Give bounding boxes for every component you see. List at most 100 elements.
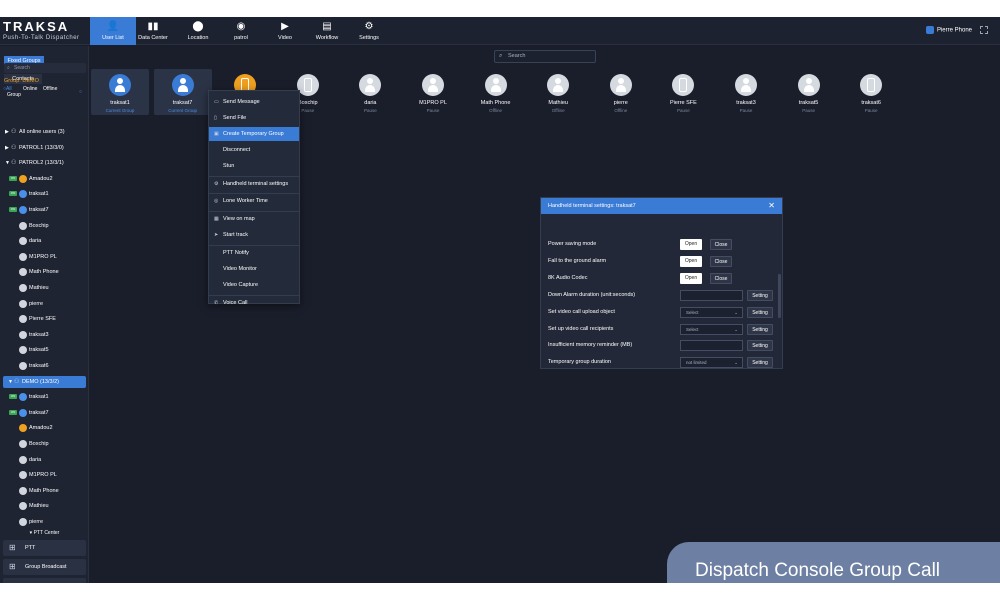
tree-member[interactable]: Mathieu (0, 282, 88, 294)
setting-button[interactable]: Setting (747, 289, 773, 301)
user-card[interactable]: Mathieu Offline (529, 69, 587, 115)
user-card[interactable]: Math Phone Offline (467, 69, 525, 115)
user-card[interactable]: daria Pause (341, 69, 399, 115)
user-chip[interactable]: Pierre Phone (925, 26, 972, 34)
tree-member[interactable]: ON traksat7 (0, 204, 88, 216)
tree-member[interactable]: traksat5 (0, 344, 88, 356)
filter-radio-icon[interactable]: ○ (79, 89, 82, 95)
bottom-button-group-broadcast[interactable]: ⊞ Group Broadcast (3, 559, 86, 575)
tree-member[interactable]: traksat6 (0, 360, 88, 372)
menu-item-handheld-terminal-settings[interactable]: ⚙ Handheld terminal settings (209, 177, 299, 191)
gear-icon: ⚙ (214, 180, 219, 187)
user-card[interactable]: traksat1 Current Group (91, 69, 149, 115)
setting-button[interactable]: Setting (747, 306, 773, 318)
caret-right-icon[interactable]: ▶ (5, 142, 9, 154)
open-button[interactable]: Open (680, 239, 702, 250)
caret-down-icon[interactable]: ▼ (8, 376, 13, 388)
tree-member[interactable]: Boxchip (0, 438, 88, 450)
open-button[interactable]: Open (680, 255, 702, 267)
setting-input[interactable] (680, 340, 743, 352)
caret-down-icon[interactable]: ▼ (5, 157, 10, 169)
filter-group[interactable]: Group (7, 92, 21, 98)
member-avatar-icon (19, 190, 27, 199)
nav-workflow[interactable]: ▤ Workflow (304, 17, 350, 45)
menu-item-video-monitor[interactable]: Video Monitor (209, 262, 299, 276)
tree-member[interactable]: ON traksat7 (0, 407, 88, 419)
setting-input[interactable] (680, 289, 743, 301)
setting-select[interactable]: not limited ⌄ (680, 357, 743, 368)
member-avatar-icon (19, 346, 27, 355)
user-card[interactable]: Pierre SFE Pause (654, 69, 712, 115)
user-card[interactable]: traksat5 Pause (780, 69, 838, 115)
tree-member[interactable]: daria (0, 235, 88, 247)
setting-button[interactable]: Setting (747, 357, 773, 368)
tree-member[interactable]: Boxchip (0, 220, 88, 232)
caret-right-icon[interactable]: ▶ (5, 126, 9, 138)
user-card[interactable]: traksat7 Current Group (153, 69, 212, 115)
setting-label: 8K Audio Codec (548, 274, 588, 281)
nav-data-center[interactable]: ▮▮ Data Center (130, 17, 176, 45)
setting-button[interactable]: Setting (747, 323, 773, 335)
tree-member[interactable]: Pierre SFE (0, 313, 88, 325)
tree-group[interactable]: ▼ ⚇ DEMO (13/3/2) (3, 375, 86, 388)
tree-member[interactable]: ON traksat1 (0, 188, 88, 200)
bottom-button-ptt[interactable]: ⊞ PTT (3, 540, 86, 556)
menu-item-ptt-notify[interactable]: PTT Notify (209, 246, 299, 260)
tree-group[interactable]: ▼ ⚇ PATROL2 (13/3/1) (0, 157, 88, 169)
close-button[interactable]: Close (710, 239, 732, 250)
nav-patrol[interactable]: ◉ patrol (218, 17, 264, 45)
open-button[interactable]: Open (680, 272, 702, 284)
tree-member[interactable]: M1PRO PL (0, 251, 88, 263)
menu-item-create-temporary-group[interactable]: ▣ Create Temporary Group (209, 126, 299, 141)
menu-item-send-file[interactable]: ▯ Send File (209, 111, 299, 125)
tree-member[interactable]: traksat3 (0, 329, 88, 341)
filter-online[interactable]: Online (23, 86, 37, 92)
menu-item-send-message[interactable]: ▭ Send Message (209, 95, 299, 109)
setting-select[interactable]: Select ⌄ (680, 306, 743, 318)
menu-item-lone-worker-time[interactable]: ◎ Lone Worker Time (209, 194, 299, 208)
close-button[interactable]: Close (710, 255, 732, 267)
user-card[interactable]: traksat6 Pause (842, 69, 900, 115)
menu-item-disconnect[interactable]: Disconnect (209, 143, 299, 157)
menu-item-voice-call[interactable]: ✆ Voice Call (209, 296, 299, 310)
fullscreen-icon[interactable] (980, 26, 988, 34)
user-card[interactable]: M1PRO PL Pause (404, 69, 462, 115)
user-search-placeholder: Search (508, 53, 526, 59)
user-card[interactable]: traksat3 Pause (717, 69, 775, 115)
menu-item-view-on-map[interactable]: ▦ View on map (209, 212, 299, 226)
tree-group[interactable]: ▶ ⚇ PATROL1 (13/3/0) (0, 142, 88, 154)
tree-member-name: Boxchip (29, 441, 49, 447)
filter-all[interactable]: ○ All (3, 86, 12, 92)
setting-row: Power saving mode Open Close (541, 238, 782, 255)
setting-button[interactable]: Setting (747, 340, 773, 352)
tree-member[interactable]: pierre (0, 298, 88, 310)
ptt-center-toggle[interactable]: ▾ PTT Center (0, 530, 88, 536)
tree-member[interactable]: daria (0, 454, 88, 466)
tree-member[interactable]: M1PRO PL (0, 469, 88, 481)
nav-location[interactable]: ⬤ Location (175, 17, 221, 45)
tree-member[interactable]: Mathieu (0, 500, 88, 512)
nav-video[interactable]: ▶ Video (262, 17, 308, 45)
sidebar-search-input[interactable]: ⌕ Search (4, 63, 86, 73)
nav-settings[interactable]: ⚙ Settings (346, 17, 392, 45)
tree-member[interactable]: ON traksat1 (0, 391, 88, 403)
user-card[interactable]: pierre Offline (592, 69, 650, 115)
menu-item-stun[interactable]: Stun (209, 159, 299, 173)
tree-group[interactable]: ▶ ⚇ All online users (3) (0, 126, 88, 138)
close-icon[interactable]: ✕ (768, 198, 775, 214)
dialog-scrollbar[interactable] (778, 274, 781, 318)
tree-member[interactable]: Math Phone (0, 485, 88, 497)
bottom-button-broadcast[interactable]: ◁ Broadcast (3, 578, 86, 583)
user-avatar (609, 74, 632, 96)
tree-member[interactable]: Math Phone (0, 266, 88, 278)
setting-select[interactable]: Select ⌄ (680, 323, 743, 335)
close-button[interactable]: Close (710, 272, 732, 284)
menu-item-start-track[interactable]: ➤ Start track (209, 228, 299, 242)
tree-member[interactable]: pierre (0, 516, 88, 528)
dialog-title: Handheld terminal settings: traksat7 (548, 203, 636, 209)
tree-member[interactable]: Amadou2 (0, 422, 88, 434)
tree-member[interactable]: ON Amadou2 (0, 173, 88, 185)
filter-offline[interactable]: Offline (43, 86, 57, 92)
user-search-input[interactable]: ⌕ Search (494, 50, 596, 63)
menu-item-video-capture[interactable]: Video Capture (209, 278, 299, 292)
